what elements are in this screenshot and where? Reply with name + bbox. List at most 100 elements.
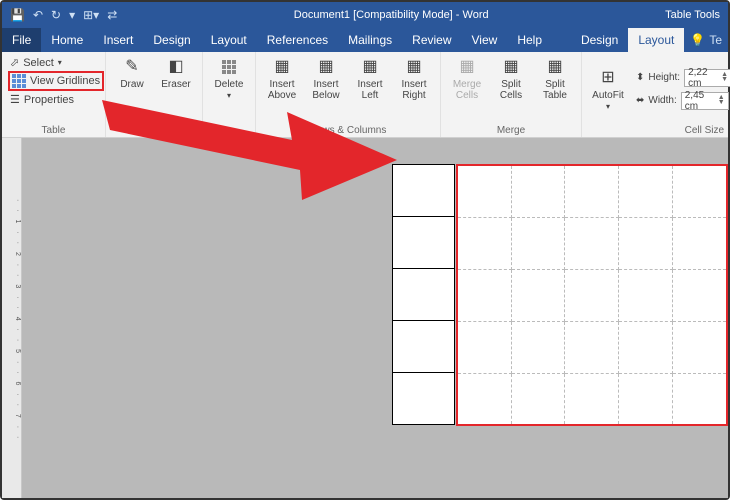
split-table-icon: ▦ bbox=[545, 57, 565, 77]
height-input[interactable]: 2,22 cm ▲▼ bbox=[684, 69, 730, 87]
tell-me-label: Te bbox=[709, 33, 722, 47]
width-value: 2,45 cm bbox=[685, 90, 718, 112]
row-height-control[interactable]: ⬍ Height: 2,22 cm ▲▼ bbox=[636, 69, 730, 87]
autofit-button[interactable]: ⊞ AutoFit ▾ bbox=[588, 66, 628, 112]
table-left[interactable] bbox=[392, 164, 455, 425]
tab-mailings[interactable]: Mailings bbox=[338, 28, 402, 52]
cursor-icon: ⬀ bbox=[10, 56, 19, 69]
table-row bbox=[393, 269, 455, 321]
ribbon: ⬀ Select ▾ View Gridlines ☰ Properties T… bbox=[2, 52, 728, 138]
group-draw-label: Draw bbox=[112, 123, 196, 136]
undo-icon[interactable]: ↶ bbox=[33, 8, 43, 22]
width-icon: ⬌ bbox=[636, 95, 644, 106]
insert-above-icon: ▦ bbox=[272, 57, 292, 77]
merge-cells-icon: ▦ bbox=[457, 57, 477, 77]
split-cells-label: Split Cells bbox=[491, 79, 531, 101]
table-row bbox=[393, 373, 455, 425]
tab-table-design[interactable]: Design bbox=[571, 28, 628, 52]
table-row bbox=[457, 269, 727, 321]
insert-below-button[interactable]: ▦ Insert Below bbox=[306, 55, 346, 101]
height-label: Height: bbox=[648, 72, 680, 83]
merge-cells-label: Merge Cells bbox=[447, 79, 487, 101]
group-table: ⬀ Select ▾ View Gridlines ☰ Properties T… bbox=[2, 52, 106, 137]
group-table-label: Table bbox=[8, 123, 99, 136]
insert-below-icon: ▦ bbox=[316, 57, 336, 77]
lightbulb-icon: 💡 bbox=[690, 33, 705, 47]
table-row bbox=[393, 165, 455, 217]
tab-references[interactable]: References bbox=[257, 28, 338, 52]
group-delete: Delete ▾ bbox=[203, 52, 256, 137]
table-row bbox=[457, 373, 727, 425]
delete-button[interactable]: Delete ▾ bbox=[209, 55, 249, 101]
customize-icon[interactable]: ▾ bbox=[69, 8, 75, 22]
width-input[interactable]: 2,45 cm ▲▼ bbox=[681, 92, 729, 110]
eraser-icon: ◧ bbox=[166, 57, 186, 77]
properties-label: Properties bbox=[24, 94, 74, 106]
table-right-gridlines[interactable] bbox=[456, 164, 728, 426]
split-cells-icon: ▦ bbox=[501, 57, 521, 77]
group-draw: ✎ Draw ◧ Eraser Draw bbox=[106, 52, 203, 137]
table-row bbox=[457, 165, 727, 217]
tell-me[interactable]: 💡 Te bbox=[684, 28, 728, 52]
select-button[interactable]: ⬀ Select ▾ bbox=[8, 55, 104, 70]
insert-right-icon: ▦ bbox=[404, 57, 424, 77]
insert-right-label: Insert Right bbox=[394, 79, 434, 101]
column-width-control[interactable]: ⬌ Width: 2,45 cm ▲▼ bbox=[636, 92, 730, 110]
spinner-icon[interactable]: ▲▼ bbox=[721, 73, 728, 83]
tab-design[interactable]: Design bbox=[143, 28, 200, 52]
group-cell-size-label: Cell Size bbox=[588, 123, 730, 136]
draw-table-button[interactable]: ✎ Draw bbox=[112, 55, 152, 90]
tab-insert[interactable]: Insert bbox=[93, 28, 143, 52]
title-bar: 💾 ↶ ↻ ▾ ⊞▾ ⇄ Document1 [Compatibility Mo… bbox=[2, 2, 728, 28]
insert-above-button[interactable]: ▦ Insert Above bbox=[262, 55, 302, 101]
insert-left-icon: ▦ bbox=[360, 57, 380, 77]
table-row bbox=[393, 321, 455, 373]
table-row bbox=[457, 321, 727, 373]
view-gridlines-button[interactable]: View Gridlines bbox=[8, 71, 104, 91]
split-table-label: Split Table bbox=[535, 79, 575, 101]
group-merge: ▦ Merge Cells ▦ Split Cells ▦ Split Tabl… bbox=[441, 52, 582, 137]
insert-left-label: Insert Left bbox=[350, 79, 390, 101]
eraser-button[interactable]: ◧ Eraser bbox=[156, 55, 196, 90]
tab-table-layout[interactable]: Layout bbox=[628, 28, 684, 52]
split-table-button[interactable]: ▦ Split Table bbox=[535, 55, 575, 101]
group-rows-columns-label: Rows & Columns bbox=[262, 123, 434, 136]
window-title: Document1 [Compatibility Mode] - Word bbox=[117, 9, 665, 21]
width-label: Width: bbox=[648, 95, 676, 106]
split-cells-button[interactable]: ▦ Split Cells bbox=[491, 55, 531, 101]
tab-home[interactable]: Home bbox=[41, 28, 93, 52]
properties-button[interactable]: ☰ Properties bbox=[8, 92, 104, 107]
insert-right-button[interactable]: ▦ Insert Right bbox=[394, 55, 434, 101]
quick-access-toolbar: 💾 ↶ ↻ ▾ ⊞▾ ⇄ bbox=[2, 8, 117, 22]
height-icon: ⬍ bbox=[636, 72, 644, 83]
delete-label: Delete bbox=[215, 79, 244, 90]
tab-layout[interactable]: Layout bbox=[201, 28, 257, 52]
grid-icon bbox=[12, 74, 26, 88]
context-tools-label: Table Tools bbox=[665, 9, 728, 21]
save-icon[interactable]: 💾 bbox=[10, 8, 25, 22]
tab-file[interactable]: File bbox=[2, 28, 41, 52]
touch-mode-icon[interactable]: ⊞▾ bbox=[83, 8, 99, 22]
height-value: 2,22 cm bbox=[688, 67, 721, 89]
tab-view[interactable]: View bbox=[462, 28, 508, 52]
table-row bbox=[393, 217, 455, 269]
group-merge-label: Merge bbox=[447, 123, 575, 136]
autofit-label: AutoFit bbox=[592, 90, 624, 101]
tab-help[interactable]: Help bbox=[507, 28, 552, 52]
select-label: Select bbox=[23, 57, 54, 69]
autofit-icon: ⊞ bbox=[598, 68, 618, 88]
delete-icon bbox=[219, 57, 239, 77]
chevron-down-icon: ▾ bbox=[58, 58, 62, 67]
chevron-down-icon: ▾ bbox=[227, 92, 231, 101]
document-canvas[interactable] bbox=[22, 154, 728, 498]
redo-icon[interactable]: ↻ bbox=[51, 8, 61, 22]
merge-cells-button: ▦ Merge Cells bbox=[447, 55, 487, 101]
table-row bbox=[457, 217, 727, 269]
spinner-icon[interactable]: ▲▼ bbox=[718, 96, 725, 106]
insert-left-button[interactable]: ▦ Insert Left bbox=[350, 55, 390, 101]
properties-icon: ☰ bbox=[10, 93, 20, 106]
chevron-down-icon: ▾ bbox=[606, 103, 610, 112]
more-icon[interactable]: ⇄ bbox=[107, 8, 117, 22]
vertical-ruler[interactable]: · · 1 · · 2 · · 3 · · 4 · · 5 · · 6 · · … bbox=[2, 138, 22, 498]
tab-review[interactable]: Review bbox=[402, 28, 461, 52]
